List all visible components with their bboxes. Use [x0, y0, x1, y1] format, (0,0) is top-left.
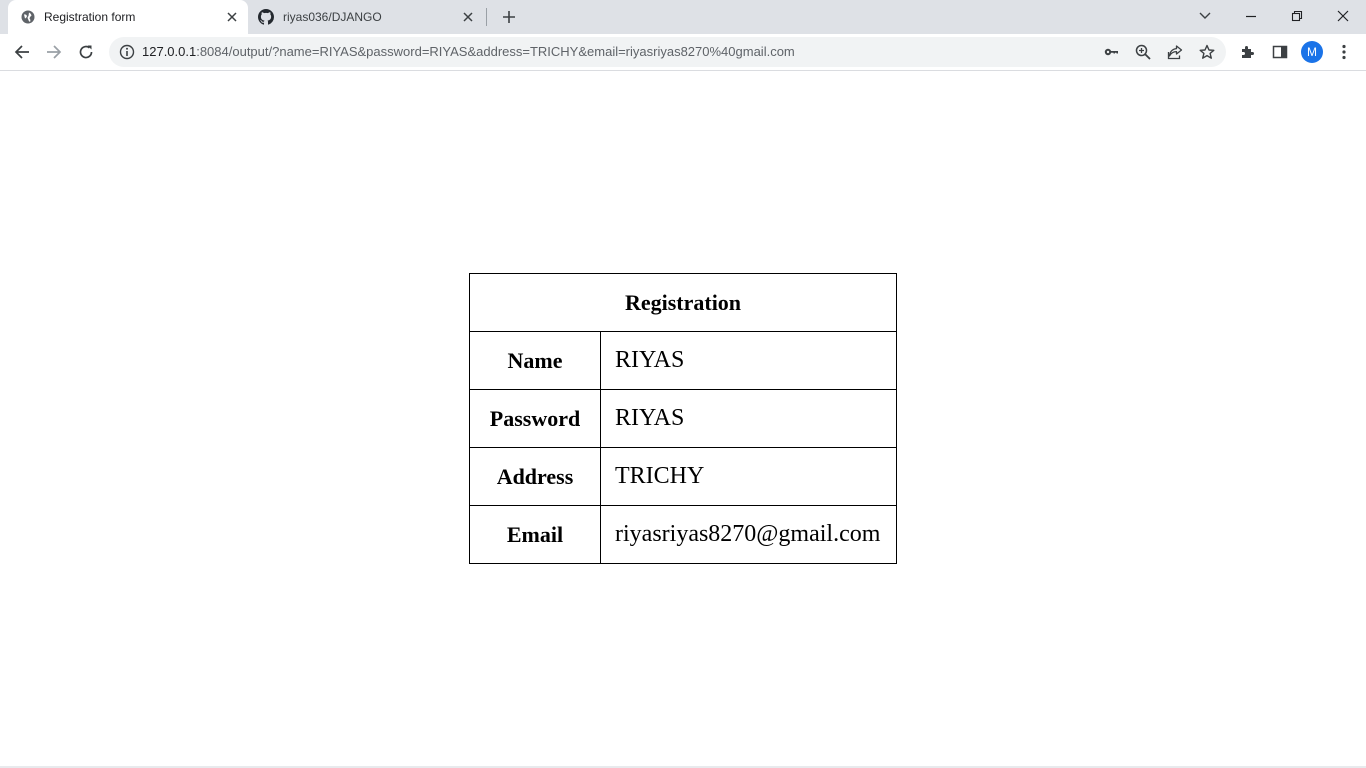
forward-button[interactable]: [40, 38, 68, 66]
table-row: Email riyasriyas8270@gmail.com: [469, 505, 897, 564]
side-panel-icon[interactable]: [1270, 42, 1290, 62]
row-label-address: Address: [469, 447, 601, 506]
profile-avatar[interactable]: M: [1301, 41, 1323, 63]
row-label-password: Password: [469, 389, 601, 448]
bookmark-star-icon[interactable]: [1198, 43, 1216, 61]
minimize-icon: [1246, 15, 1256, 18]
arrow-left-icon: [14, 45, 29, 59]
row-value-password: RIYAS: [600, 389, 897, 448]
table-row: Address TRICHY: [469, 447, 897, 506]
url-path: :8084/output/?name=RIYAS&password=RIYAS&…: [196, 44, 795, 59]
github-icon: [258, 9, 274, 25]
key-icon[interactable]: [1102, 43, 1120, 61]
chevron-down-icon: [1199, 12, 1211, 19]
close-tab-icon[interactable]: [460, 9, 476, 25]
site-info-icon[interactable]: [119, 44, 135, 60]
minimize-button[interactable]: [1228, 0, 1274, 32]
extensions-puzzle-icon[interactable]: [1238, 42, 1258, 62]
tab-separator: [486, 8, 487, 26]
restore-icon: [1291, 10, 1303, 22]
tab-github-django[interactable]: riyas036/DJANGO: [248, 0, 484, 34]
back-button[interactable]: [8, 38, 36, 66]
table-row: Password RIYAS: [469, 389, 897, 448]
browser-toolbar: 127.0.0.1:8084/output/?name=RIYAS&passwo…: [0, 34, 1366, 71]
zoom-icon[interactable]: [1134, 43, 1152, 61]
table-row: Name RIYAS: [469, 331, 897, 390]
row-value-name: RIYAS: [600, 331, 897, 390]
restore-button[interactable]: [1274, 0, 1320, 32]
tab-strip: Registration form riyas036/DJANGO: [0, 0, 1366, 34]
tab-registration-form[interactable]: Registration form: [8, 0, 248, 34]
tab-title: riyas036/DJANGO: [283, 10, 382, 24]
plus-icon: [503, 11, 515, 23]
table-header-row: Registration: [469, 273, 897, 332]
close-tab-icon[interactable]: [224, 9, 240, 25]
registration-table: Registration Name RIYAS Password RIYAS A…: [469, 273, 897, 564]
row-label-email: Email: [469, 505, 601, 564]
url-text[interactable]: 127.0.0.1:8084/output/?name=RIYAS&passwo…: [142, 44, 795, 60]
reload-button[interactable]: [72, 38, 100, 66]
url-host: 127.0.0.1: [142, 44, 197, 59]
row-label-name: Name: [469, 331, 601, 390]
address-bar[interactable]: 127.0.0.1:8084/output/?name=RIYAS&passwo…: [109, 37, 1226, 67]
new-tab-button[interactable]: [498, 6, 520, 28]
menu-kebab-icon[interactable]: [1334, 42, 1354, 62]
row-value-email: riyasriyas8270@gmail.com: [600, 505, 897, 564]
close-window-button[interactable]: [1320, 0, 1366, 32]
globe-icon: [20, 9, 36, 25]
row-value-address: TRICHY: [600, 447, 897, 506]
table-title: Registration: [469, 273, 897, 332]
arrow-right-icon: [47, 45, 62, 59]
close-icon: [1337, 10, 1349, 22]
tab-title: Registration form: [44, 10, 136, 24]
reload-icon: [79, 45, 93, 59]
share-icon[interactable]: [1166, 43, 1184, 61]
tab-search-button[interactable]: [1182, 0, 1228, 32]
